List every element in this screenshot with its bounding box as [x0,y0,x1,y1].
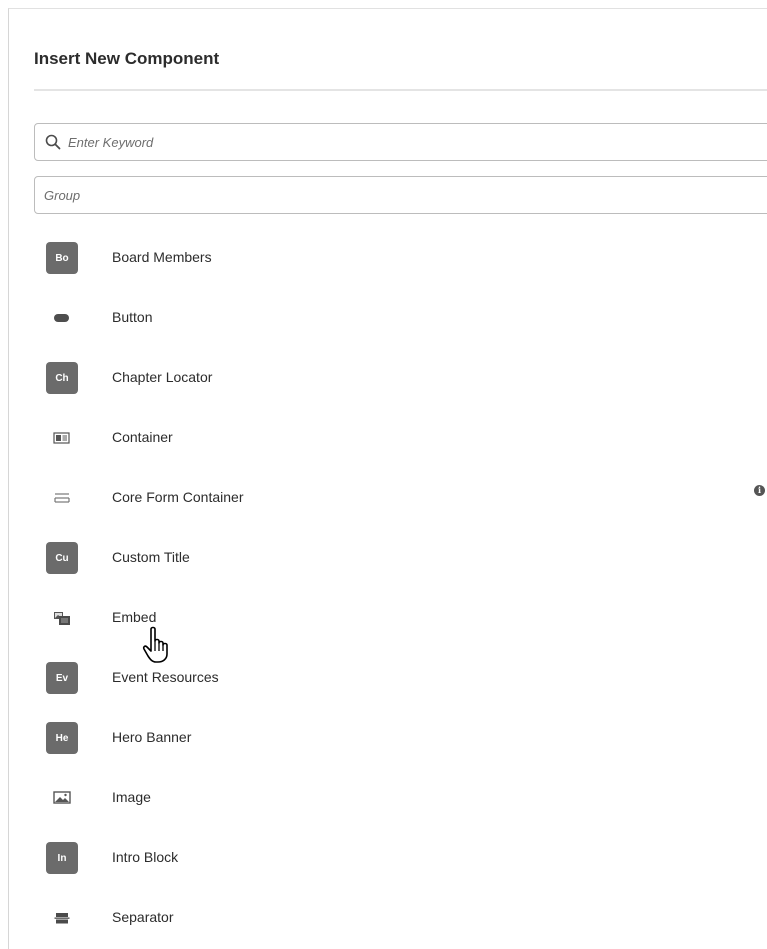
component-label: Chapter Locator [112,369,213,385]
component-item-board-members[interactable]: Bo Board Members [9,227,767,287]
title-divider [34,89,767,91]
component-label: Container [112,429,173,445]
component-item-container[interactable]: Container [9,407,767,467]
dialog-title: Insert New Component [34,49,220,68]
component-label: Custom Title [112,549,190,565]
component-label: Core Form Container [112,489,244,505]
component-label: Embed [112,609,157,625]
image-icon [46,782,78,814]
component-badge: He [46,722,78,754]
component-item-chapter-locator[interactable]: Ch Chapter Locator [9,347,767,407]
separator-icon [46,902,78,934]
hand-pointer-cursor [141,625,177,665]
component-label: Board Members [112,249,212,265]
keyword-search-input[interactable] [68,134,748,150]
component-item-image[interactable]: Image [9,767,767,827]
component-item-hero-banner[interactable]: He Hero Banner [9,707,767,767]
form-container-icon [46,482,78,514]
search-icon [44,133,62,151]
component-label: Image [112,789,151,805]
component-item-separator[interactable]: Separator [9,887,767,947]
component-item-core-form-container[interactable]: Core Form Container i [9,467,767,527]
component-label: Separator [112,909,174,925]
component-item-event-resources[interactable]: Ev Event Resources [9,647,767,707]
component-badge: Cu [46,542,78,574]
info-icon[interactable]: i [754,485,765,496]
component-item-button[interactable]: Button [9,287,767,347]
group-select[interactable]: Group [34,176,767,214]
component-item-intro-block[interactable]: In Intro Block [9,827,767,887]
insert-component-dialog: Insert New Component Group Bo Board Memb… [8,8,767,949]
group-select-placeholder: Group [44,187,81,203]
component-label: Hero Banner [112,729,192,745]
button-icon [46,302,78,334]
component-badge: Ev [46,662,78,694]
component-badge: Bo [46,242,78,274]
component-badge: In [46,842,78,874]
component-label: Intro Block [112,849,179,865]
component-item-custom-title[interactable]: Cu Custom Title [9,527,767,587]
container-icon [46,422,78,454]
keyword-search-field[interactable] [34,123,767,161]
embed-icon [46,602,78,634]
component-label: Button [112,309,153,325]
component-item-embed[interactable]: Embed [9,587,767,647]
component-badge: Ch [46,362,78,394]
component-label: Event Resources [112,669,219,685]
